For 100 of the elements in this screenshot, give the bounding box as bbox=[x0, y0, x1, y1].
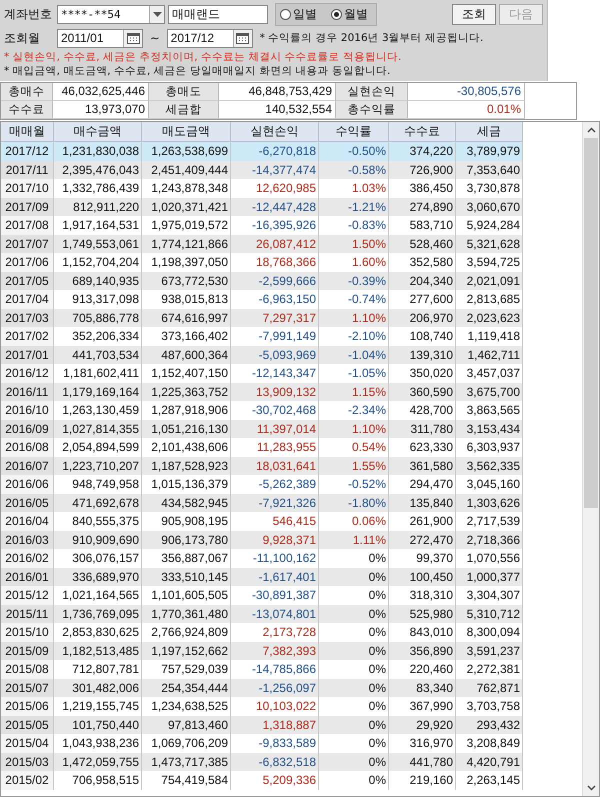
scrollbar[interactable] bbox=[582, 122, 599, 796]
table-row[interactable]: 2017/06 1,152,704,204 1,198,397,050 18,768,366 1.60% 352,580 3,594,725 bbox=[1, 253, 523, 272]
period-radio[interactable]: 월별 bbox=[331, 6, 368, 22]
column-header[interactable]: 세금 bbox=[456, 122, 523, 142]
table-row[interactable]: 2016/04 840,555,375 905,908,195 546,415 0.06% 261,900 2,717,539 bbox=[1, 512, 523, 530]
table-row[interactable]: 2015/10 2,853,830,625 2,766,924,809 2,173,728 0% 843,010 8,300,094 bbox=[1, 623, 523, 642]
table-row[interactable]: 2017/02 352,206,334 373,166,402 -7,991,149 -2.10% 108,740 1,119,418 bbox=[1, 327, 523, 346]
amount-cell: 1,020,371,421 bbox=[142, 198, 231, 216]
profit-cell: -14,377,474 bbox=[231, 160, 319, 179]
dropdown-icon[interactable] bbox=[149, 6, 164, 22]
table-row[interactable]: 2015/11 1,736,769,095 1,770,361,480 -13,074,801 0% 525,980 5,310,712 bbox=[1, 604, 523, 623]
table-row[interactable]: 2016/01 336,689,970 333,510,145 -1,617,401 0% 100,450 1,000,377 bbox=[1, 568, 523, 586]
table-row[interactable]: 2017/11 2,395,476,043 2,451,409,444 -14,377,474 -0.58% 726,900 7,353,640 bbox=[1, 160, 523, 179]
table-row[interactable]: 2016/11 1,179,169,164 1,225,363,752 13,909,132 1.15% 360,590 3,675,700 bbox=[1, 382, 523, 401]
table-row[interactable]: 2017/07 1,749,553,061 1,774,121,866 26,087,412 1.50% 528,460 5,321,628 bbox=[1, 234, 523, 253]
table-row[interactable]: 2015/05 101,750,440 97,813,460 1,318,887 0% 29,920 293,432 bbox=[1, 716, 523, 734]
table-row[interactable]: 2015/04 1,043,938,236 1,069,706,209 -9,833,589 0% 316,970 3,208,849 bbox=[1, 734, 523, 752]
table-row[interactable]: 2015/07 301,482,006 254,354,444 -1,256,097 0% 83,340 762,871 bbox=[1, 678, 523, 697]
table-row[interactable]: 2015/06 1,219,155,745 1,234,638,525 10,103,022 0% 367,990 3,703,758 bbox=[1, 697, 523, 716]
table-row[interactable]: 2017/05 689,140,935 673,772,530 -2,599,666 -0.39% 204,340 2,021,091 bbox=[1, 272, 523, 290]
summary-label: 세금합 bbox=[149, 101, 219, 119]
calendar-icon[interactable] bbox=[123, 30, 142, 46]
account-select[interactable]: ****-**54 bbox=[57, 4, 165, 24]
column-header[interactable]: 매도금액 bbox=[142, 122, 231, 142]
table-row[interactable]: 2016/08 2,054,894,599 2,101,438,606 11,283,955 0.54% 623,330 6,303,937 bbox=[1, 438, 523, 456]
month-cell: 2017/06 bbox=[1, 253, 54, 272]
month-cell: 2017/05 bbox=[1, 272, 54, 290]
rate-cell: 1.50% bbox=[319, 234, 389, 253]
table-row[interactable]: 2017/03 705,886,778 674,616,997 7,297,317 1.10% 206,970 2,023,623 bbox=[1, 308, 523, 327]
amount-cell: 471,692,678 bbox=[54, 494, 142, 512]
scroll-thumb[interactable] bbox=[584, 138, 598, 508]
start-date-field[interactable]: 2011/01 bbox=[57, 28, 143, 48]
search-button[interactable]: 조회 bbox=[452, 4, 496, 24]
table-row[interactable]: 2015/02 706,958,515 754,419,584 5,209,336 0% 219,160 2,263,145 bbox=[1, 771, 523, 790]
period-label: 조회월 bbox=[4, 30, 41, 46]
amount-cell: 97,813,460 bbox=[142, 716, 231, 734]
amount-cell: 1,774,121,866 bbox=[142, 234, 231, 253]
tax-cell: 3,591,237 bbox=[456, 642, 523, 660]
profit-cell: -6,270,818 bbox=[231, 142, 319, 160]
rate-cell: -1.04% bbox=[319, 346, 389, 364]
table-row[interactable]: 2015/08 712,807,781 757,529,039 -14,785,866 0% 220,460 2,272,381 bbox=[1, 660, 523, 678]
tax-cell: 3,675,700 bbox=[456, 382, 523, 401]
account-name-field[interactable]: 매매랜드 bbox=[168, 4, 268, 24]
table-row[interactable]: 2017/04 913,317,098 938,015,813 -6,963,150 -0.74% 277,600 2,813,685 bbox=[1, 290, 523, 308]
table-row[interactable]: 2017/01 441,703,534 487,600,364 -5,093,969 -1.04% 139,310 1,462,711 bbox=[1, 346, 523, 364]
table-row[interactable]: 2015/12 1,021,164,565 1,101,605,505 -30,891,387 0% 318,310 3,304,307 bbox=[1, 586, 523, 604]
rate-cell: 0% bbox=[319, 642, 389, 660]
tax-cell: 1,000,377 bbox=[456, 568, 523, 586]
month-cell: 2017/09 bbox=[1, 198, 54, 216]
column-header[interactable]: 수수료 bbox=[389, 122, 456, 142]
table-row[interactable]: 2016/09 1,027,814,355 1,051,216,130 11,397,014 1.10% 311,780 3,153,434 bbox=[1, 420, 523, 438]
summary-value: 140,532,554 bbox=[219, 101, 336, 119]
column-header[interactable]: 매매월 bbox=[1, 122, 54, 142]
fee-cell: 360,590 bbox=[389, 382, 456, 401]
calendar-icon[interactable] bbox=[232, 30, 252, 46]
amount-cell: 674,616,997 bbox=[142, 308, 231, 327]
warning-note: * 실현손익, 수수료, 세금은 추정치이며, 수수료는 체결시 수수료률로 적용됩니다. bbox=[4, 50, 402, 64]
month-cell: 2017/02 bbox=[1, 327, 54, 346]
table-row[interactable]: 2016/03 910,909,690 906,173,780 9,928,371 1.11% 272,470 2,718,366 bbox=[1, 530, 523, 549]
amount-cell: 101,750,440 bbox=[54, 716, 142, 734]
profit-cell: -6,832,518 bbox=[231, 752, 319, 771]
summary-value: 46,848,753,429 bbox=[219, 83, 336, 101]
fee-cell: 374,220 bbox=[389, 142, 456, 160]
amount-cell: 910,909,690 bbox=[54, 530, 142, 549]
month-cell: 2015/09 bbox=[1, 642, 54, 660]
table-row[interactable]: 2017/09 812,911,220 1,020,371,421 -12,447,428 -1.21% 274,890 3,060,670 bbox=[1, 198, 523, 216]
column-header[interactable]: 매수금액 bbox=[54, 122, 142, 142]
tax-cell: 3,060,670 bbox=[456, 198, 523, 216]
summary-label: 총매수 bbox=[1, 83, 53, 101]
month-cell: 2015/08 bbox=[1, 660, 54, 678]
end-date-field[interactable]: 2017/12 bbox=[166, 28, 253, 48]
tax-cell: 3,562,335 bbox=[456, 456, 523, 475]
column-header[interactable]: 수익률 bbox=[319, 122, 389, 142]
table-row[interactable]: 2016/10 1,263,130,459 1,287,918,906 -30,702,468 -2.34% 428,700 3,863,565 bbox=[1, 401, 523, 420]
rate-cell: 1.10% bbox=[319, 420, 389, 438]
tax-cell: 1,303,626 bbox=[456, 494, 523, 512]
tax-cell: 2,023,623 bbox=[456, 308, 523, 327]
table-row[interactable]: 2016/06 948,749,958 1,015,136,379 -5,262,389 -0.52% 294,470 3,045,160 bbox=[1, 475, 523, 494]
table-row[interactable]: 2015/03 1,472,059,755 1,473,717,385 -6,832,518 0% 441,780 4,420,791 bbox=[1, 752, 523, 771]
profit-cell: 18,031,641 bbox=[231, 456, 319, 475]
radio-icon[interactable] bbox=[280, 8, 291, 20]
profit-cell: 1,318,887 bbox=[231, 716, 319, 734]
radio-icon[interactable] bbox=[331, 8, 342, 20]
month-cell: 2015/03 bbox=[1, 752, 54, 771]
rate-note: * 수익률의 경우 2016년 3월부터 제공됩니다. bbox=[260, 31, 484, 45]
table-row[interactable]: 2017/10 1,332,786,439 1,243,878,348 12,620,985 1.03% 386,450 3,730,878 bbox=[1, 179, 523, 198]
table-row[interactable]: 2016/02 306,076,157 356,887,067 -11,100,162 0% 99,370 1,070,556 bbox=[1, 549, 523, 568]
table-row[interactable]: 2016/12 1,181,602,411 1,152,407,150 -12,143,347 -1.05% 350,020 3,457,037 bbox=[1, 364, 523, 382]
amount-cell: 1,225,363,752 bbox=[142, 382, 231, 401]
column-header[interactable]: 실현손익 bbox=[231, 122, 319, 142]
table-row[interactable]: 2015/09 1,182,513,485 1,197,152,662 7,382,393 0% 356,890 3,591,237 bbox=[1, 642, 523, 660]
month-cell: 2015/07 bbox=[1, 678, 54, 697]
table-row[interactable]: 2017/08 1,917,164,531 1,975,019,572 -16,395,926 -0.83% 583,710 5,924,284 bbox=[1, 216, 523, 234]
period-radio[interactable]: 일별 bbox=[280, 6, 317, 22]
table-row[interactable]: 2016/07 1,223,710,207 1,187,528,923 18,031,641 1.55% 361,580 3,562,335 bbox=[1, 456, 523, 475]
account-label: 계좌번호 bbox=[4, 6, 53, 22]
tax-cell: 2,718,366 bbox=[456, 530, 523, 549]
table-row[interactable]: 2016/05 471,692,678 434,582,945 -7,921,326 -1.80% 135,840 1,303,626 bbox=[1, 494, 523, 512]
fee-cell: 100,450 bbox=[389, 568, 456, 586]
table-row[interactable]: 2017/12 1,231,830,038 1,263,538,699 -6,270,818 -0.50% 374,220 3,789,979 bbox=[1, 142, 523, 160]
